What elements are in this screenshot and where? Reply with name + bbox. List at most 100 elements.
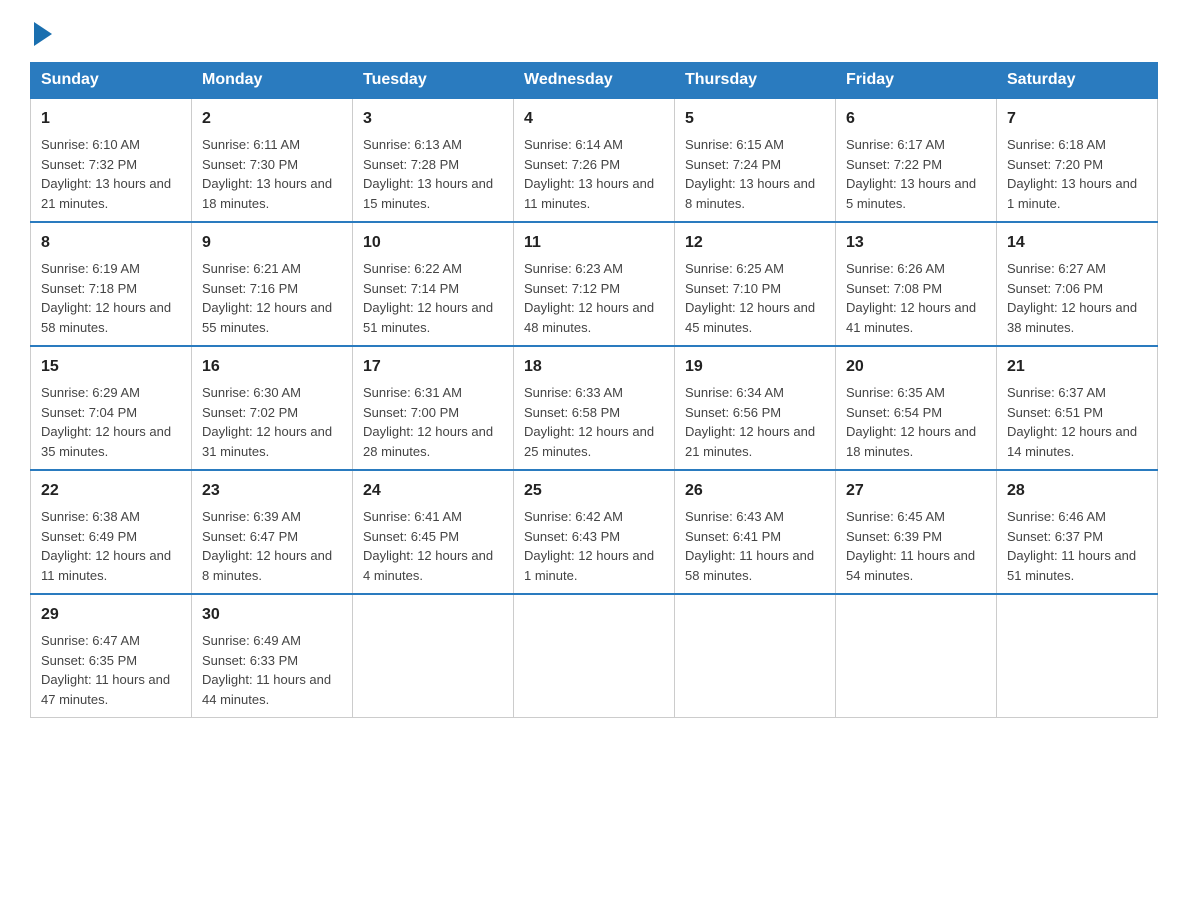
day-info: Sunrise: 6:42 AMSunset: 6:43 PMDaylight:… [524,507,664,585]
calendar-day: 28 Sunrise: 6:46 AMSunset: 6:37 PMDaylig… [997,470,1158,594]
logo-arrow-icon [34,22,52,46]
calendar-day: 9 Sunrise: 6:21 AMSunset: 7:16 PMDayligh… [192,222,353,346]
day-number: 14 [1007,231,1147,255]
header-cell-tuesday: Tuesday [353,63,514,99]
calendar-day: 8 Sunrise: 6:19 AMSunset: 7:18 PMDayligh… [31,222,192,346]
day-info: Sunrise: 6:29 AMSunset: 7:04 PMDaylight:… [41,383,181,461]
calendar-week-2: 8 Sunrise: 6:19 AMSunset: 7:18 PMDayligh… [31,222,1158,346]
header-cell-friday: Friday [836,63,997,99]
day-info: Sunrise: 6:27 AMSunset: 7:06 PMDaylight:… [1007,259,1147,337]
calendar-day: 17 Sunrise: 6:31 AMSunset: 7:00 PMDaylig… [353,346,514,470]
calendar-day: 2 Sunrise: 6:11 AMSunset: 7:30 PMDayligh… [192,98,353,222]
day-info: Sunrise: 6:39 AMSunset: 6:47 PMDaylight:… [202,507,342,585]
day-info: Sunrise: 6:43 AMSunset: 6:41 PMDaylight:… [685,507,825,585]
day-number: 22 [41,479,181,503]
calendar-day [675,594,836,718]
calendar-day: 3 Sunrise: 6:13 AMSunset: 7:28 PMDayligh… [353,98,514,222]
logo [30,20,52,42]
calendar-day: 30 Sunrise: 6:49 AMSunset: 6:33 PMDaylig… [192,594,353,718]
calendar-day: 24 Sunrise: 6:41 AMSunset: 6:45 PMDaylig… [353,470,514,594]
day-number: 13 [846,231,986,255]
header-cell-saturday: Saturday [997,63,1158,99]
day-info: Sunrise: 6:18 AMSunset: 7:20 PMDaylight:… [1007,135,1147,213]
calendar-day: 7 Sunrise: 6:18 AMSunset: 7:20 PMDayligh… [997,98,1158,222]
page-header [30,20,1158,42]
day-number: 5 [685,107,825,131]
calendar-day: 16 Sunrise: 6:30 AMSunset: 7:02 PMDaylig… [192,346,353,470]
day-number: 9 [202,231,342,255]
calendar-header: SundayMondayTuesdayWednesdayThursdayFrid… [31,63,1158,99]
calendar-day: 1 Sunrise: 6:10 AMSunset: 7:32 PMDayligh… [31,98,192,222]
day-number: 7 [1007,107,1147,131]
day-number: 28 [1007,479,1147,503]
calendar-day [514,594,675,718]
header-cell-thursday: Thursday [675,63,836,99]
day-info: Sunrise: 6:38 AMSunset: 6:49 PMDaylight:… [41,507,181,585]
day-number: 25 [524,479,664,503]
calendar-day: 5 Sunrise: 6:15 AMSunset: 7:24 PMDayligh… [675,98,836,222]
day-info: Sunrise: 6:37 AMSunset: 6:51 PMDaylight:… [1007,383,1147,461]
calendar-day: 22 Sunrise: 6:38 AMSunset: 6:49 PMDaylig… [31,470,192,594]
day-info: Sunrise: 6:10 AMSunset: 7:32 PMDaylight:… [41,135,181,213]
calendar-day: 10 Sunrise: 6:22 AMSunset: 7:14 PMDaylig… [353,222,514,346]
day-number: 11 [524,231,664,255]
calendar-day: 29 Sunrise: 6:47 AMSunset: 6:35 PMDaylig… [31,594,192,718]
calendar-day: 21 Sunrise: 6:37 AMSunset: 6:51 PMDaylig… [997,346,1158,470]
day-info: Sunrise: 6:46 AMSunset: 6:37 PMDaylight:… [1007,507,1147,585]
day-number: 17 [363,355,503,379]
calendar-day [353,594,514,718]
day-number: 2 [202,107,342,131]
calendar-day: 20 Sunrise: 6:35 AMSunset: 6:54 PMDaylig… [836,346,997,470]
day-number: 8 [41,231,181,255]
day-info: Sunrise: 6:25 AMSunset: 7:10 PMDaylight:… [685,259,825,337]
day-info: Sunrise: 6:26 AMSunset: 7:08 PMDaylight:… [846,259,986,337]
day-info: Sunrise: 6:11 AMSunset: 7:30 PMDaylight:… [202,135,342,213]
day-info: Sunrise: 6:33 AMSunset: 6:58 PMDaylight:… [524,383,664,461]
day-number: 3 [363,107,503,131]
day-number: 16 [202,355,342,379]
calendar-week-5: 29 Sunrise: 6:47 AMSunset: 6:35 PMDaylig… [31,594,1158,718]
calendar-day [997,594,1158,718]
day-number: 26 [685,479,825,503]
day-number: 6 [846,107,986,131]
day-info: Sunrise: 6:13 AMSunset: 7:28 PMDaylight:… [363,135,503,213]
day-number: 10 [363,231,503,255]
day-number: 12 [685,231,825,255]
calendar-day: 6 Sunrise: 6:17 AMSunset: 7:22 PMDayligh… [836,98,997,222]
calendar-day: 25 Sunrise: 6:42 AMSunset: 6:43 PMDaylig… [514,470,675,594]
calendar-week-4: 22 Sunrise: 6:38 AMSunset: 6:49 PMDaylig… [31,470,1158,594]
day-info: Sunrise: 6:49 AMSunset: 6:33 PMDaylight:… [202,631,342,709]
calendar-day: 11 Sunrise: 6:23 AMSunset: 7:12 PMDaylig… [514,222,675,346]
calendar-day: 12 Sunrise: 6:25 AMSunset: 7:10 PMDaylig… [675,222,836,346]
day-number: 20 [846,355,986,379]
calendar-day [836,594,997,718]
calendar-day: 27 Sunrise: 6:45 AMSunset: 6:39 PMDaylig… [836,470,997,594]
header-cell-monday: Monday [192,63,353,99]
calendar-table: SundayMondayTuesdayWednesdayThursdayFrid… [30,62,1158,718]
calendar-week-1: 1 Sunrise: 6:10 AMSunset: 7:32 PMDayligh… [31,98,1158,222]
day-info: Sunrise: 6:19 AMSunset: 7:18 PMDaylight:… [41,259,181,337]
day-info: Sunrise: 6:41 AMSunset: 6:45 PMDaylight:… [363,507,503,585]
day-number: 27 [846,479,986,503]
calendar-day: 26 Sunrise: 6:43 AMSunset: 6:41 PMDaylig… [675,470,836,594]
calendar-day: 15 Sunrise: 6:29 AMSunset: 7:04 PMDaylig… [31,346,192,470]
header-cell-wednesday: Wednesday [514,63,675,99]
day-number: 30 [202,603,342,627]
day-number: 19 [685,355,825,379]
day-number: 1 [41,107,181,131]
calendar-day: 13 Sunrise: 6:26 AMSunset: 7:08 PMDaylig… [836,222,997,346]
day-info: Sunrise: 6:31 AMSunset: 7:00 PMDaylight:… [363,383,503,461]
day-info: Sunrise: 6:34 AMSunset: 6:56 PMDaylight:… [685,383,825,461]
day-info: Sunrise: 6:35 AMSunset: 6:54 PMDaylight:… [846,383,986,461]
header-cell-sunday: Sunday [31,63,192,99]
day-info: Sunrise: 6:45 AMSunset: 6:39 PMDaylight:… [846,507,986,585]
day-info: Sunrise: 6:14 AMSunset: 7:26 PMDaylight:… [524,135,664,213]
day-info: Sunrise: 6:21 AMSunset: 7:16 PMDaylight:… [202,259,342,337]
calendar-day: 23 Sunrise: 6:39 AMSunset: 6:47 PMDaylig… [192,470,353,594]
day-info: Sunrise: 6:23 AMSunset: 7:12 PMDaylight:… [524,259,664,337]
calendar-day: 14 Sunrise: 6:27 AMSunset: 7:06 PMDaylig… [997,222,1158,346]
day-number: 21 [1007,355,1147,379]
day-number: 18 [524,355,664,379]
day-info: Sunrise: 6:17 AMSunset: 7:22 PMDaylight:… [846,135,986,213]
day-number: 23 [202,479,342,503]
